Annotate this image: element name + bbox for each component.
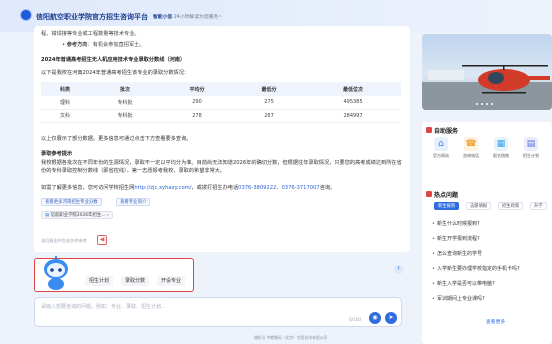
table-cell: 290 (161, 96, 234, 110)
hot-title: 热点问题 (434, 192, 459, 199)
bank-icon: ⌂ (434, 137, 448, 151)
tab-orientation[interactable]: 新生报到 (434, 202, 460, 210)
chevron-left-icon[interactable]: ‹ (107, 213, 109, 218)
service-guide[interactable]: ▦ 报名指南 (490, 137, 512, 159)
table-cell: 267 (233, 109, 306, 123)
note-text: 以上仅展示了部分数据。更多信息可通过点击下方查看要多查询。 (41, 136, 192, 142)
speaker-icon[interactable]: ◀ (97, 235, 107, 245)
service-title-icon (426, 127, 432, 133)
tab-application[interactable]: 志愿填报 (466, 202, 492, 210)
hot-question[interactable]: 怎么查询新生的学号 (432, 250, 482, 257)
bullet-text: ：有机会参加直招军士。 (87, 42, 145, 48)
contact-suffix: 咨询。 (319, 185, 336, 191)
table-cell: 284997 (305, 109, 401, 123)
quick-question-panel: 招生计划 录取分数 开设专业 (34, 256, 194, 292)
table-header: 最低分 (233, 82, 306, 96)
table-cell: 专科批 (89, 109, 162, 123)
table-cell: 专科批 (89, 96, 162, 110)
header-subtitle: 智能小信·24小时解读为您服务~ (153, 13, 222, 20)
bullet-label: 参考方向 (66, 42, 88, 48)
major-intro-tag[interactable]: 查看专业简介 (116, 198, 151, 206)
contact-paragraph: 如需了解更多信息，您可访问学校招生网http://zjc.xyhaxy.com/… (41, 184, 335, 191)
footer-text: 随机号 中教数码（北京）信息技术有限公司 (254, 335, 328, 340)
service-plan[interactable]: ▤ 招生计划 (520, 137, 542, 159)
reference-direction: • 参考方向：有机会参加直招军士。 (62, 42, 145, 48)
content-line: 程、钳焊接等专业或工程数量等技术专业。 (41, 31, 140, 37)
scroll-top-icon[interactable]: ↑ (394, 265, 403, 274)
service-label: 招生计划 (523, 153, 539, 158)
ai-disclaimer: 该回复由AI生成仅供参考 (41, 238, 87, 243)
table-header: 批次 (89, 82, 162, 96)
table-cell: 275 (233, 96, 306, 110)
tab-upgrade[interactable]: 升学 (530, 202, 547, 210)
helicopter-image (422, 65, 552, 110)
header-slogan: ·24小时解读为您服务~ (172, 15, 223, 20)
tips-heading: 录取参考提示 (41, 151, 73, 157)
file-label: 信航职业学院2026年招生... (50, 213, 106, 218)
phone-icon: ☎ (464, 137, 478, 151)
service-label: 官方网站 (433, 153, 449, 158)
chip-majors[interactable]: 开设专业 (157, 276, 186, 286)
more-scores-tag[interactable]: 查看更多河南招生专业分数 (41, 198, 102, 206)
question-input-bar[interactable]: 请输入想要咨询的问题，例如：专业、录取、招生计划... 0/100 ◉ ➤ (34, 297, 402, 327)
send-icon[interactable]: ➤ (385, 312, 397, 324)
section-heading: 2024年普通高考招生无人机应用技术专业录取分数线（河南） (41, 57, 186, 63)
question-input[interactable]: 请输入想要咨询的问题，例如：专业、录取、招生计划... (41, 303, 166, 310)
site-title: 信阳航空职业学院官方招生咨询平台 (36, 13, 148, 21)
school-logo (20, 9, 32, 21)
attachment-file[interactable]: ▤ 信航职业学院2026年招生... ‹ (41, 211, 113, 219)
table-header: 平均分 (161, 82, 234, 96)
campus-banner[interactable] (422, 34, 552, 110)
table-header: 最低位次 (305, 82, 401, 96)
score-table: 科类 批次 平均分 最低分 最低位次 理科 专科批 290 275 495385… (41, 82, 401, 123)
tab-policy[interactable]: 招生政策 (498, 202, 524, 210)
service-label: 报名指南 (493, 153, 509, 158)
answer-panel: 程、钳焊接等专业或工程数量等技术专业。 • 参考方向：有机会参加直招军士。 20… (34, 26, 410, 252)
contact-prefix: 如需了解更多信息，您可访问学校招生网 (41, 185, 135, 191)
table-cell: 495385 (305, 96, 401, 110)
tips-paragraph: 我校根据各批次在不同年份的生源情况，录取不一定以平均分为准。目前尚无法知道202… (41, 160, 402, 174)
chip-enroll-plan[interactable]: 招生计划 (85, 276, 114, 286)
assistant-badge: 智能小信 (153, 15, 173, 20)
hot-question[interactable]: 新生什么时候报到? (432, 220, 480, 227)
contact-mid: ，或拨打招生办电话 (191, 185, 239, 191)
table-row: 文科 专科批 278 267 284997 (41, 109, 401, 123)
view-more-link[interactable]: 查看更多 (486, 318, 505, 325)
hot-question[interactable]: 入学新生要办理学校指定的手机卡吗? (432, 265, 520, 272)
table-header: 科类 (41, 82, 90, 96)
table-header-row: 科类 批次 平均分 最低分 最低位次 (41, 82, 401, 96)
char-counter: 0/100 (349, 317, 362, 322)
hot-title-icon (426, 191, 432, 197)
admission-phone[interactable]: 0376-3809222、0376-3717007 (238, 185, 320, 191)
chip-scores[interactable]: 录取分数 (121, 276, 150, 286)
intro-text: 以下是我校在河南2024年普通高考招生该专业的录取分数情况： (41, 70, 190, 76)
services-title: 自助服务 (434, 128, 459, 135)
table-cell: 理科 (41, 96, 90, 110)
robot-mascot-icon (44, 256, 68, 290)
hot-question[interactable]: 新生开学报到流程? (432, 235, 480, 242)
service-website[interactable]: ⌂ 官方网站 (430, 137, 452, 159)
table-cell: 278 (161, 109, 234, 123)
table-row: 理科 专科批 290 275 495385 (41, 96, 401, 110)
document-icon: ▤ (524, 137, 538, 151)
hot-question[interactable]: 军训期间上专业课吗? (432, 295, 485, 302)
hot-question[interactable]: 新生入学是否可以带电脑? (432, 280, 495, 287)
admission-site-link[interactable]: http://zjc.xyhaxy.com/ (134, 185, 191, 191)
service-phone[interactable]: ☎ 咨询电话 (460, 137, 482, 159)
service-label: 咨询电话 (463, 153, 479, 158)
table-cell: 文科 (41, 109, 90, 123)
image-upload-icon[interactable]: ◉ (369, 312, 381, 324)
calendar-icon: ▦ (494, 137, 508, 151)
